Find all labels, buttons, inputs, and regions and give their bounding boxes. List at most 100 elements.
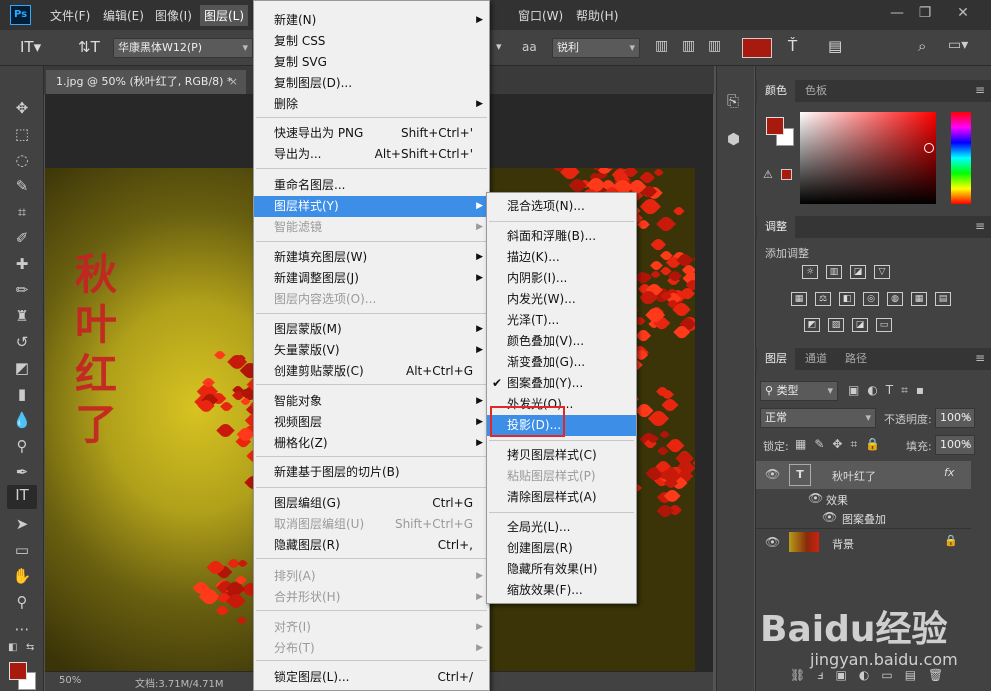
layer-style-item[interactable]: 颜色叠加(V)... [487, 331, 636, 352]
align-right-icon[interactable]: ▥ [708, 38, 721, 54]
layer-style-item[interactable]: 全局光(L)... [487, 517, 636, 538]
font-family-select[interactable]: 华康黑体W12(P) [113, 38, 253, 58]
layer-style-item[interactable]: 斜面和浮雕(B)... [487, 226, 636, 247]
default-colors-icon[interactable]: ◧ [8, 642, 17, 653]
anti-alias-select[interactable]: 锐利 [552, 38, 640, 58]
layer-footer-icons[interactable]: ⛓ⅎ▣◐▭▤🗑 [790, 668, 955, 682]
fill-input[interactable]: 100% [935, 435, 975, 455]
blur-tool-icon[interactable]: 💧 [12, 410, 32, 430]
foreground-color-swatch[interactable] [9, 662, 27, 680]
layer-style-item[interactable]: 隐藏所有效果(H) [487, 559, 636, 580]
layer-menu-item[interactable]: 图层样式(Y) ▶ [254, 196, 489, 217]
quick-select-icon[interactable]: ✎ [12, 176, 32, 196]
layer-effect-row[interactable]: 👁 图案叠加 [756, 508, 971, 527]
tab-paths[interactable]: 路径 [837, 348, 875, 370]
layer-name[interactable]: 秋叶红了 [832, 468, 876, 484]
layer-filter-select[interactable]: ⚲ 类型 [760, 381, 838, 401]
layer-menu-item[interactable]: 图层编组(G) Ctrl+G [254, 493, 489, 514]
layer-effects-row[interactable]: 👁 效果 [756, 489, 971, 508]
layer-menu-item[interactable]: 重命名图层... [254, 175, 489, 196]
more-tools-icon[interactable]: ⋯ [12, 619, 32, 639]
brush-tool-icon[interactable]: ✏ [12, 280, 32, 300]
gradient-map-icon[interactable]: ▭ [876, 318, 892, 332]
stamp-tool-icon[interactable]: ♜ [12, 306, 32, 326]
visibility-eye-icon[interactable]: 👁 [765, 467, 780, 481]
zoom-tool-icon[interactable]: ⚲ [12, 592, 32, 612]
close-tab-icon[interactable]: × [229, 70, 238, 94]
exposure-icon[interactable]: ▽ [874, 265, 890, 279]
eyedropper-icon[interactable]: ✐ [12, 228, 32, 248]
healing-brush-icon[interactable]: ✚ [12, 254, 32, 274]
canvas-text-layer[interactable]: 秋叶红了 [66, 250, 126, 450]
path-select-icon[interactable]: ➤ [12, 514, 32, 534]
layer-menu-item[interactable]: 导出为... Alt+Shift+Ctrl+' [254, 144, 489, 165]
web-safe-swatch[interactable] [781, 169, 792, 180]
layer-menu-item[interactable]: 新建填充图层(W) ▶ [254, 247, 489, 268]
history-panel-icon[interactable]: ⎘ [727, 92, 739, 110]
layer-menu-item[interactable]: 快速导出为 PNG Shift+Ctrl+' [254, 123, 489, 144]
workspace-icon[interactable]: ▭▾ [948, 37, 968, 53]
hue-sat-icon[interactable]: ⚖ [815, 292, 831, 306]
layer-row-text[interactable]: 👁 T 秋叶红了 fx [756, 461, 971, 489]
tab-channels[interactable]: 通道 [797, 348, 835, 370]
lock-icons[interactable]: ▦✎✥⌗🔒 [795, 437, 888, 452]
pen-tool-icon[interactable]: ✒ [12, 462, 32, 482]
menu-image[interactable]: 图像(I) [155, 7, 192, 24]
tab-color[interactable]: 颜色 [757, 80, 795, 102]
menu-help[interactable]: 帮助(H) [576, 7, 618, 24]
panel-menu-icon[interactable]: ≡ [975, 219, 985, 233]
color-picker-cursor[interactable] [924, 143, 934, 153]
tab-swatches[interactable]: 色板 [797, 80, 835, 102]
panel-menu-icon[interactable]: ≡ [975, 351, 985, 365]
minimize-icon[interactable]: — [884, 3, 910, 23]
layer-menu-item[interactable]: 视频图层 ▶ [254, 412, 489, 433]
align-left-icon[interactable]: ▥ [655, 38, 670, 54]
search-icon[interactable]: ⌕ [918, 37, 926, 55]
layer-style-item[interactable]: 描边(K)... [487, 247, 636, 268]
dodge-tool-icon[interactable]: ⚲ [12, 436, 32, 456]
fx-icon[interactable]: fx [944, 466, 954, 479]
layer-menu-item[interactable]: 锁定图层(L)... Ctrl+/ [254, 667, 489, 688]
brightness-icon[interactable]: ☼ [802, 265, 818, 279]
layer-row-background[interactable]: 👁 背景 🔒 [756, 528, 971, 556]
gradient-tool-icon[interactable]: ▮ [12, 384, 32, 404]
color-field[interactable] [800, 112, 936, 204]
layer-filter-icons[interactable]: ▣◐T⌗▪ [848, 383, 932, 398]
layer-style-item[interactable]: 内发光(W)... [487, 289, 636, 310]
threshold-icon[interactable]: ◪ [852, 318, 868, 332]
layer-style-item[interactable]: ✔ 图案叠加(Y)... [487, 373, 636, 394]
layer-menu-item[interactable]: 新建基于图层的切片(B) [254, 462, 489, 483]
layer-style-item[interactable]: 清除图层样式(A) [487, 487, 636, 508]
color-lookup-icon[interactable]: ▤ [935, 292, 951, 306]
warp-text-icon[interactable]: Ť [788, 37, 797, 55]
layer-style-item[interactable]: 光泽(T)... [487, 310, 636, 331]
zoom-level[interactable]: 50% [59, 675, 81, 686]
color-balance-icon[interactable]: ◧ [839, 292, 855, 306]
layer-style-item[interactable]: 创建图层(R) [487, 538, 636, 559]
layer-style-item[interactable]: 混合选项(N)... [487, 196, 636, 217]
photo-filter-icon[interactable]: ◍ [887, 292, 903, 306]
channel-mixer-icon[interactable]: ▦ [911, 292, 927, 306]
tab-adjustments[interactable]: 调整 [757, 216, 795, 238]
layer-menu-item[interactable]: 复制图层(D)... [254, 73, 489, 94]
3d-panel-icon[interactable]: ⬢ [727, 130, 740, 148]
text-orientation-icon[interactable]: ⇅T [78, 38, 100, 56]
levels-icon[interactable]: ▥ [826, 265, 842, 279]
bw-icon[interactable]: ◎ [863, 292, 879, 306]
layer-style-item[interactable]: 拷贝图层样式(C) [487, 445, 636, 466]
invert-icon[interactable]: ◩ [804, 318, 820, 332]
layer-menu-item[interactable]: 栅格化(Z) ▶ [254, 433, 489, 454]
layer-menu-item[interactable]: 删除 ▶ [254, 94, 489, 115]
lasso-tool-icon[interactable]: ◌ [12, 150, 32, 170]
visibility-eye-icon[interactable]: 👁 [808, 491, 823, 505]
layer-style-item[interactable]: 缩放效果(F)... [487, 580, 636, 601]
layer-menu-item[interactable]: 新建(N) ▶ [254, 10, 489, 31]
layer-menu-item[interactable]: 创建剪贴蒙版(C) Alt+Ctrl+G [254, 361, 489, 382]
move-tool-icon[interactable]: ✥ [12, 98, 32, 118]
menu-edit[interactable]: 编辑(E) [103, 7, 144, 24]
marquee-tool-icon[interactable]: ⬚ [12, 124, 32, 144]
character-panel-icon[interactable]: ▤ [828, 37, 842, 55]
layer-menu-item[interactable]: 图层蒙版(M) ▶ [254, 319, 489, 340]
tab-layers[interactable]: 图层 [757, 348, 795, 370]
layer-menu-item[interactable]: 智能对象 ▶ [254, 391, 489, 412]
